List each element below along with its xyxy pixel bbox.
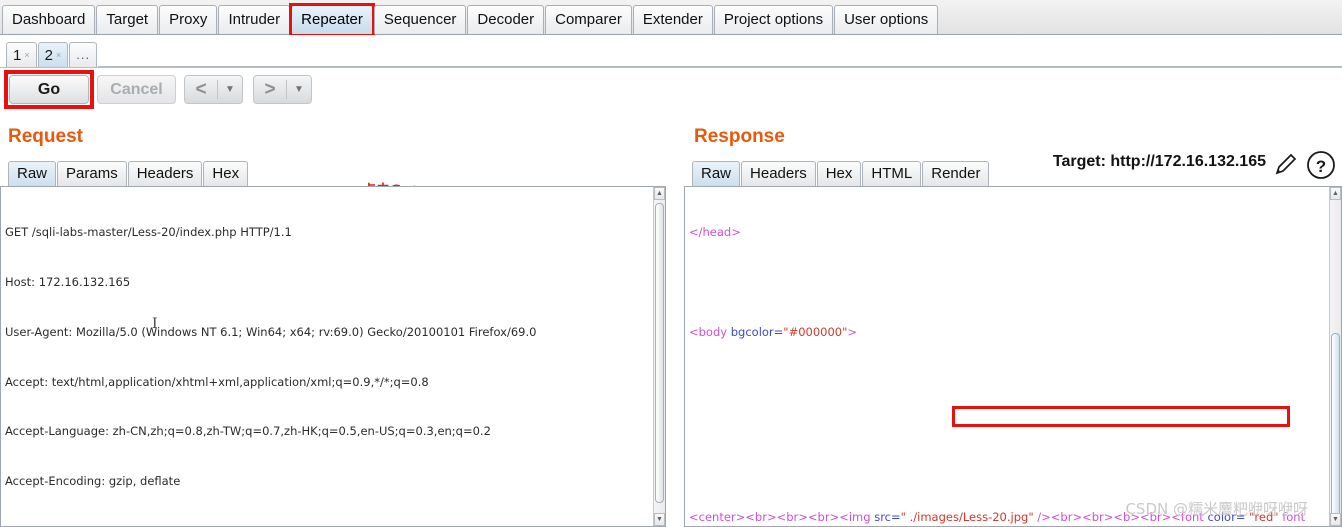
response-tab-hex[interactable]: Hex <box>816 161 862 186</box>
request-raw-editor[interactable]: GET /sqli-labs-master/Less-20/index.php … <box>0 186 666 527</box>
tab-proxy[interactable]: Proxy <box>159 5 218 34</box>
scroll-up-icon[interactable]: ▲ <box>1330 187 1341 200</box>
tab-label: Headers <box>136 165 194 182</box>
tab-project-options[interactable]: Project options <box>713 5 834 34</box>
response-tab-raw[interactable]: Raw <box>692 161 741 186</box>
tab-target[interactable]: Target <box>96 5 159 34</box>
request-line: Referer: http://172.16.132.165/sqli-labs… <box>5 523 650 526</box>
tab-label: Raw <box>701 165 732 182</box>
repeater-tab-label: 2 <box>44 47 53 64</box>
tab-label: Extender <box>642 11 703 28</box>
tab-label: Headers <box>750 165 807 182</box>
request-vertical-scrollbar[interactable]: ▲ ▼ <box>653 187 665 526</box>
tag-text: > <box>847 324 858 339</box>
tab-label: Dashboard <box>12 11 86 28</box>
value-text: "#000000" <box>783 324 848 339</box>
target-label: Target: http://172.16.132.165 <box>1052 153 1266 170</box>
repeater-tab-label: 1 <box>13 47 22 64</box>
tab-label: Project options <box>723 11 824 28</box>
watermark: CSDN @糯米麞粑咿呀咿呀 <box>1125 500 1308 518</box>
response-vertical-scrollbar[interactable]: ▲ ▼ <box>1329 187 1341 526</box>
request-tab-hex[interactable]: Hex <box>203 161 249 186</box>
tab-label: Proxy <box>169 11 208 28</box>
request-line: Accept-Encoding: gzip, deflate <box>5 474 181 489</box>
response-tab-headers[interactable]: Headers <box>741 161 816 186</box>
tab-label: Decoder <box>477 11 535 28</box>
response-line-body-tag: <body bgcolor="#000000"> <box>689 324 1326 341</box>
repeater-tab-bar: 1 × 2 × ... <box>0 35 1342 68</box>
tab-label: Intruder <box>228 11 281 28</box>
response-line: </head> <box>689 225 741 240</box>
chevron-left-icon: < <box>195 79 207 100</box>
tab-label: HTML <box>871 165 913 182</box>
request-text[interactable]: GET /sqli-labs-master/Less-20/index.php … <box>1 187 653 526</box>
tab-decoder[interactable]: Decoder <box>467 5 545 34</box>
tab-label: User options <box>844 11 929 28</box>
repeater-tab-label: ... <box>76 47 91 62</box>
chevron-right-icon: > <box>264 79 276 100</box>
response-sub-tab-bar: Raw Headers Hex HTML Render <box>692 160 990 186</box>
tab-user-options[interactable]: User options <box>834 5 939 34</box>
response-gap <box>689 374 1326 476</box>
request-panel-title: Request <box>8 126 83 147</box>
request-line: Host: 172.16.132.165 <box>5 274 131 289</box>
attr-text: bgcolor= <box>730 324 784 339</box>
close-icon[interactable]: × <box>56 50 61 60</box>
tab-label: Render <box>931 165 981 182</box>
go-button[interactable]: Go <box>9 75 89 104</box>
tab-extender[interactable]: Extender <box>632 5 713 34</box>
tab-label: Hex <box>825 165 853 182</box>
response-raw-editor[interactable]: </head> <body bgcolor="#000000"> <center… <box>684 186 1342 527</box>
chevron-down-icon[interactable]: ▼ <box>287 84 311 95</box>
response-text[interactable]: </head> <body bgcolor="#000000"> <center… <box>685 187 1329 526</box>
scrollbar-thumb[interactable] <box>1331 333 1340 523</box>
request-line: Accept: text/html,application/xhtml+xml,… <box>5 374 429 389</box>
tab-label: Hex <box>212 165 240 182</box>
close-icon[interactable]: × <box>24 50 29 60</box>
question-mark-icon[interactable]: ? <box>1306 150 1336 180</box>
request-tab-headers[interactable]: Headers <box>127 161 203 186</box>
main-tab-bar: Dashboard Target Proxy Intruder Repeater… <box>0 0 1342 37</box>
tab-label: Target <box>106 11 149 28</box>
chevron-down-icon[interactable]: ▼ <box>218 84 242 95</box>
scroll-down-icon[interactable]: ▼ <box>654 513 665 526</box>
text-cursor-icon: I <box>152 316 158 332</box>
tag-text: <body <box>689 324 731 339</box>
repeater-toolbar: Go Cancel < ▼ > ▼ 点击Go： 重放这个数据包 Target: … <box>0 69 1342 219</box>
request-line: Accept-Language: zh-CN,zh;q=0.8,zh-TW;q=… <box>5 424 491 439</box>
cancel-button[interactable]: Cancel <box>97 75 176 104</box>
tab-label: Params <box>66 165 118 182</box>
tab-label: Raw <box>17 165 48 182</box>
burp-suite-window: Dashboard Target Proxy Intruder Repeater… <box>0 0 1342 527</box>
request-line: GET /sqli-labs-master/Less-20/index.php … <box>5 225 292 240</box>
tab-sequencer[interactable]: Sequencer <box>373 5 467 34</box>
forward-button[interactable]: > ▼ <box>253 75 312 104</box>
repeater-tab-2[interactable]: 2 × <box>37 42 69 67</box>
repeater-tab-more[interactable]: ... <box>69 42 98 67</box>
tab-intruder[interactable]: Intruder <box>218 5 291 34</box>
tab-label: Comparer <box>555 11 622 28</box>
tab-dashboard[interactable]: Dashboard <box>2 5 96 34</box>
request-tab-raw[interactable]: Raw <box>8 161 57 186</box>
scrollbar-thumb[interactable] <box>655 203 664 503</box>
tab-label: Sequencer <box>383 11 457 28</box>
tab-repeater[interactable]: Repeater <box>289 3 375 37</box>
repeater-tab-1[interactable]: 1 × <box>6 42 37 67</box>
request-tab-params[interactable]: Params <box>57 161 127 186</box>
scroll-up-icon[interactable]: ▲ <box>654 187 665 200</box>
request-line: User-Agent: Mozilla/5.0 (Windows NT 6.1;… <box>5 324 537 339</box>
tab-comparer[interactable]: Comparer <box>545 5 632 34</box>
response-panel-title: Response <box>694 126 785 147</box>
response-tab-render[interactable]: Render <box>922 161 990 186</box>
request-sub-tab-bar: Raw Params Headers Hex <box>8 160 249 186</box>
response-tab-html[interactable]: HTML <box>862 161 922 186</box>
svg-text:?: ? <box>1316 157 1326 176</box>
pencil-icon[interactable] <box>1272 152 1298 178</box>
response-blank-line <box>689 274 1326 291</box>
tab-label: Repeater <box>301 11 363 28</box>
back-button[interactable]: < ▼ <box>184 75 243 104</box>
scroll-down-icon[interactable]: ▼ <box>1330 513 1341 526</box>
tab-bar-filler <box>98 42 1342 67</box>
